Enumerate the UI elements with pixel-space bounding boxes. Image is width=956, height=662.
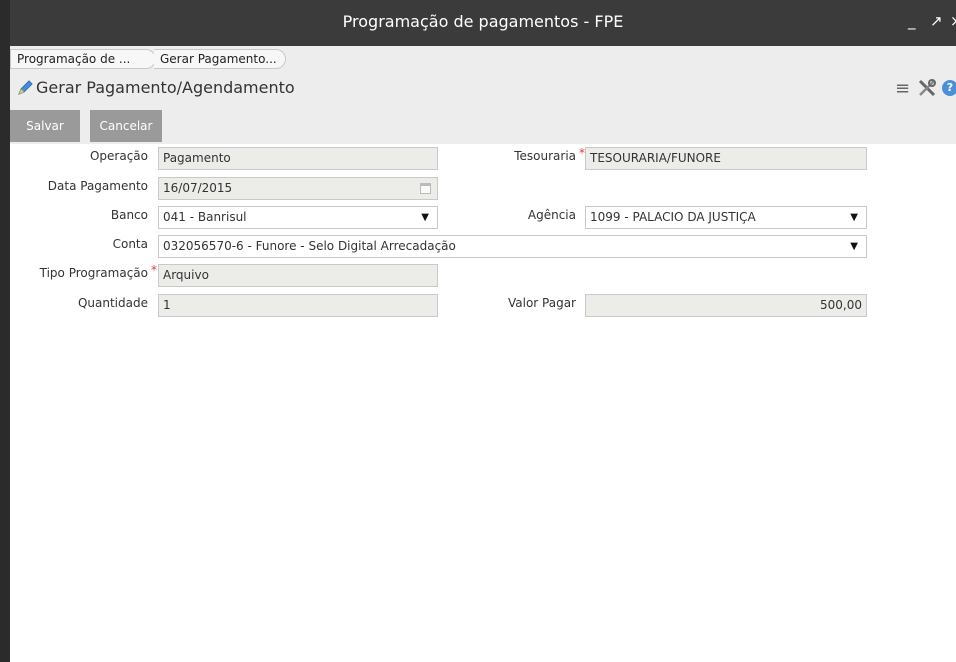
chevron-down-icon: ▼	[850, 212, 858, 223]
window-title: Programação de pagamentos - FPE	[342, 12, 624, 31]
cancel-button[interactable]: Cancelar	[90, 110, 162, 142]
tesouraria-field[interactable]: TESOURARIA/FUNORE	[585, 147, 867, 170]
valor-pagar-field[interactable]: 500,00	[585, 294, 867, 317]
left-window-edge	[0, 0, 10, 662]
app-window: Programação de pagamentos - FPE _ ↗ × Pr…	[10, 0, 956, 662]
banco-select[interactable]: 041 - Banrisul ▼	[158, 206, 438, 229]
calendar-icon[interactable]	[420, 183, 431, 194]
title-bar: Programação de pagamentos - FPE _ ↗ ×	[10, 0, 956, 46]
maximize-button[interactable]: ↗	[930, 12, 943, 30]
required-marker: *	[151, 263, 157, 277]
data-pagamento-field[interactable]: 16/07/2015	[158, 177, 438, 200]
action-toolbar: Salvar Cancelar	[10, 106, 956, 144]
close-button[interactable]: ×	[950, 12, 956, 30]
valor-pagar-label: Valor Pagar	[507, 296, 576, 310]
breadcrumb-tabs: Programação de ... Gerar Pagamento...	[10, 46, 956, 70]
save-button[interactable]: Salvar	[10, 110, 80, 142]
tab-gerar-pagamento[interactable]: Gerar Pagamento...	[154, 49, 286, 69]
minimize-button[interactable]: _	[908, 12, 916, 30]
operacao-label: Operação	[89, 149, 148, 163]
chevron-down-icon: ▼	[421, 212, 429, 223]
data-pagamento-label: Data Pagamento	[47, 179, 148, 193]
operacao-field[interactable]: Pagamento	[158, 147, 438, 170]
help-icon[interactable]: ?	[942, 80, 956, 96]
agencia-select[interactable]: 1099 - PALACIO DA JUSTIÇA ▼	[585, 206, 867, 229]
conta-value: 032056570-6 - Funore - Selo Digital Arre…	[163, 239, 456, 253]
tipo-programacao-field[interactable]: Arquivo	[158, 264, 438, 287]
conta-select[interactable]: 032056570-6 - Funore - Selo Digital Arre…	[158, 235, 867, 258]
tools-icon[interactable]	[917, 78, 937, 98]
tipo-programacao-label: Tipo Programação	[39, 266, 148, 280]
chevron-down-icon: ▼	[850, 241, 858, 252]
tab-programacao[interactable]: Programação de ...	[10, 49, 156, 69]
data-pagamento-value: 16/07/2015	[163, 181, 233, 195]
payment-form: Operação Pagamento Tesouraria * TESOURAR…	[10, 144, 956, 662]
page-header: Gerar Pagamento/Agendamento ≡ ?	[10, 70, 956, 106]
edit-icon	[16, 79, 34, 97]
agencia-label: Agência	[527, 208, 576, 222]
menu-icon[interactable]: ≡	[895, 78, 910, 99]
quantidade-label: Quantidade	[77, 296, 148, 310]
banco-value: 041 - Banrisul	[163, 210, 247, 224]
agencia-value: 1099 - PALACIO DA JUSTIÇA	[590, 210, 756, 224]
quantidade-field[interactable]: 1	[158, 294, 438, 317]
page-title: Gerar Pagamento/Agendamento	[36, 78, 295, 97]
conta-label: Conta	[112, 237, 148, 251]
tesouraria-label: Tesouraria	[514, 149, 576, 163]
banco-label: Banco	[110, 208, 148, 222]
